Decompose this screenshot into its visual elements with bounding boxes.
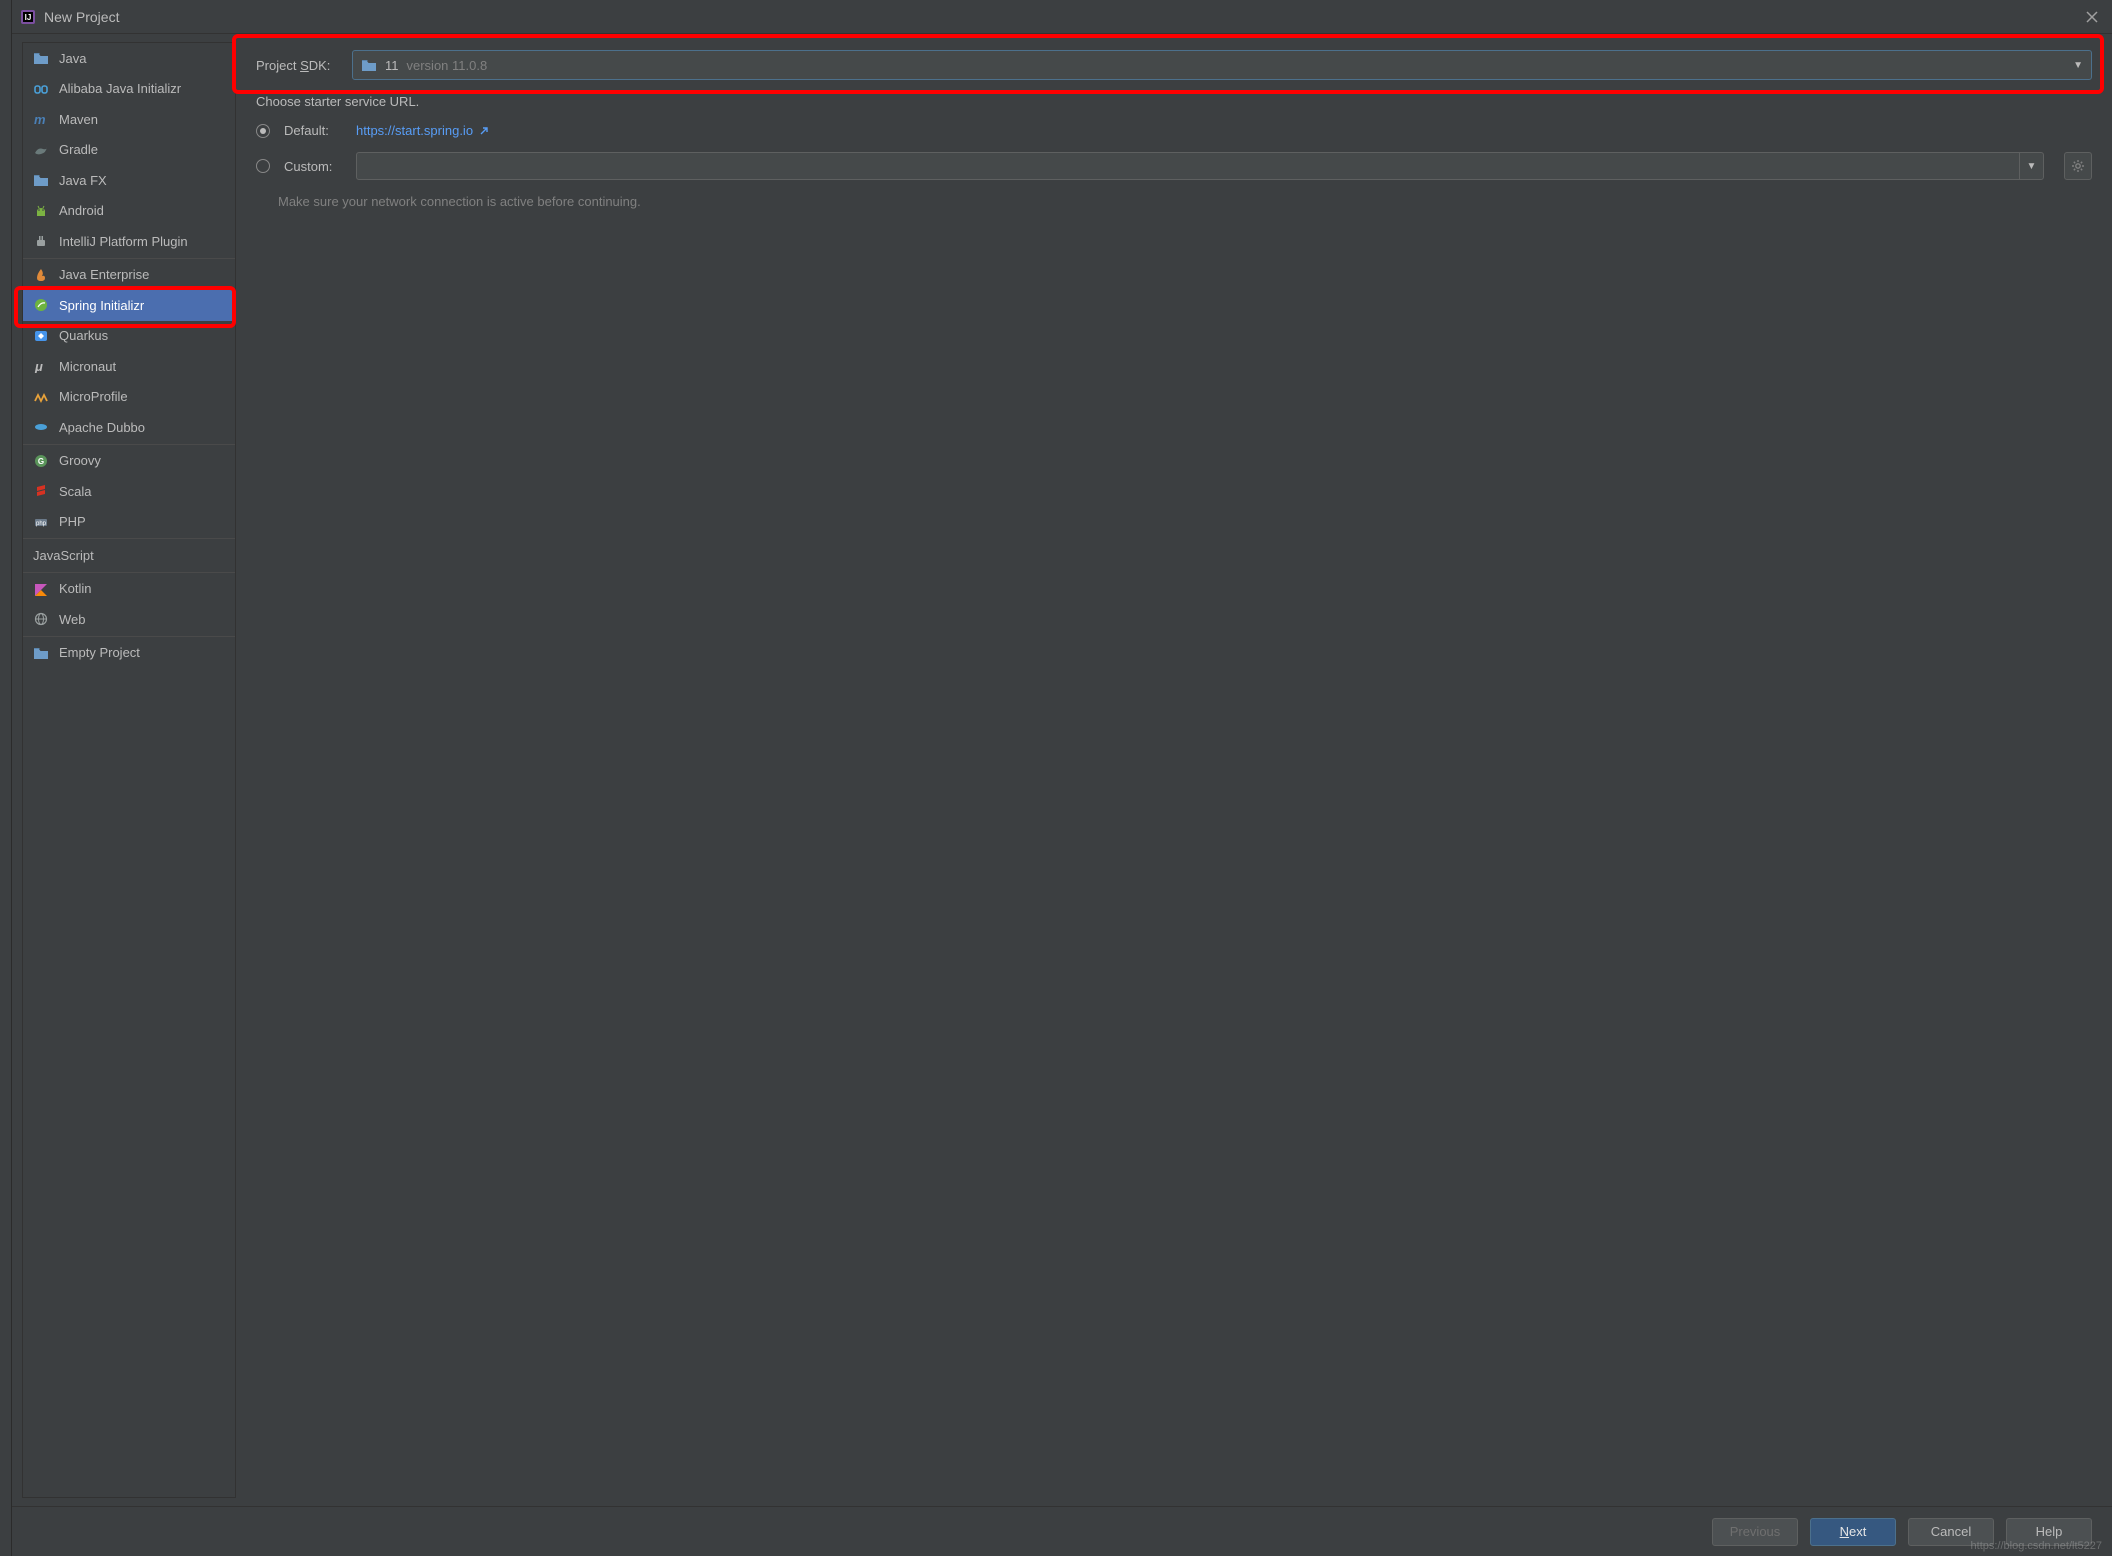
sidebar-item-intellij-plugin[interactable]: IntelliJ Platform Plugin [23, 226, 235, 257]
sidebar-item-label: Web [59, 612, 86, 627]
plugin-icon [33, 233, 49, 249]
sidebar-item-label: IntelliJ Platform Plugin [59, 234, 188, 249]
sidebar-item-web[interactable]: Web [23, 604, 235, 635]
folder-icon [361, 57, 377, 73]
titlebar: IJ New Project [12, 0, 2112, 34]
custom-url-input[interactable] [357, 159, 2019, 174]
android-icon [33, 203, 49, 219]
sidebar-item-apache-dubbo[interactable]: Apache Dubbo [23, 412, 235, 443]
alibaba-icon [33, 81, 49, 97]
spring-icon [33, 297, 49, 313]
sidebar-separator [23, 572, 235, 573]
sidebar-item-alibaba[interactable]: Alibaba Java Initializr [23, 74, 235, 105]
sidebar-item-quarkus[interactable]: Quarkus [23, 321, 235, 352]
gradle-icon [33, 142, 49, 158]
sdk-version-major: 11 [385, 58, 399, 73]
project-sdk-dropdown[interactable]: 11 version 11.0.8 ▼ [352, 50, 2092, 80]
close-button[interactable] [2080, 5, 2104, 29]
project-sdk-label: Project SDK: [256, 58, 352, 73]
sidebar-item-label: Micronaut [59, 359, 116, 374]
radio-custom[interactable] [256, 159, 270, 173]
sidebar-item-javascript[interactable]: JavaScript [23, 540, 235, 571]
project-type-sidebar: Java Alibaba Java Initializr m Maven Gradle J… [22, 42, 236, 1498]
new-project-dialog: IJ New Project Java Alibaba Java Initiali… [12, 0, 2112, 1556]
next-button[interactable]: Next [1810, 1518, 1896, 1546]
starter-url-label: Choose starter service URL. [256, 94, 2092, 109]
scala-icon [33, 483, 49, 499]
external-link-icon [479, 126, 489, 136]
sidebar-item-groovy[interactable]: G Groovy [23, 446, 235, 477]
microprofile-icon [33, 389, 49, 405]
folder-blue-icon [33, 50, 49, 66]
app-icon: IJ [20, 9, 36, 25]
sidebar-item-label: PHP [59, 514, 86, 529]
sidebar-item-label: Java FX [59, 173, 107, 188]
folder-blue-icon [33, 172, 49, 188]
sidebar-item-label: Java Enterprise [59, 267, 149, 282]
globe-icon [33, 611, 49, 627]
svg-text:G: G [38, 457, 44, 466]
groovy-icon: G [33, 453, 49, 469]
sidebar-separator [23, 258, 235, 259]
settings-button[interactable] [2064, 152, 2092, 180]
sidebar-item-label: MicroProfile [59, 389, 128, 404]
sidebar-separator [23, 538, 235, 539]
sidebar-item-label: Java [59, 51, 86, 66]
sidebar-item-javafx[interactable]: Java FX [23, 165, 235, 196]
watermark: https://blog.csdn.net/lt5227 [1971, 1540, 2102, 1552]
sidebar-separator [23, 636, 235, 637]
sidebar-item-label: Alibaba Java Initializr [59, 81, 181, 96]
sidebar-item-label: Android [59, 203, 104, 218]
radio-custom-label: Custom: [284, 159, 342, 174]
sidebar-item-label: Scala [59, 484, 92, 499]
sidebar-item-label: Empty Project [59, 645, 140, 660]
sidebar-item-android[interactable]: Android [23, 196, 235, 227]
sdk-version-full: version 11.0.8 [407, 58, 488, 73]
sidebar-item-label: Spring Initializr [59, 298, 144, 313]
mu-icon: μ [33, 358, 49, 374]
sidebar-item-micronaut[interactable]: μ Micronaut [23, 351, 235, 382]
radio-default-label: Default: [284, 123, 342, 138]
kotlin-icon [33, 581, 49, 597]
chevron-down-icon: ▼ [2073, 60, 2083, 71]
sidebar-item-php[interactable]: php PHP [23, 507, 235, 538]
custom-url-combobox[interactable]: ▼ [356, 152, 2044, 180]
dialog-footer: Previous Next Cancel Help [12, 1506, 2112, 1556]
gear-icon [2070, 158, 2086, 174]
sidebar-item-java[interactable]: Java [23, 43, 235, 74]
window-title: New Project [44, 9, 119, 25]
svg-text:php: php [36, 521, 47, 527]
previous-button[interactable]: Previous [1712, 1518, 1798, 1546]
main-panel: Project SDK: 11 version 11.0.8 ▼ Choose … [236, 34, 2112, 1506]
sidebar-item-label: Quarkus [59, 328, 108, 343]
sidebar-separator [23, 444, 235, 445]
sidebar-item-label: Kotlin [59, 581, 92, 596]
radio-default[interactable] [256, 124, 270, 138]
sidebar-item-label: Groovy [59, 453, 101, 468]
flame-icon [33, 267, 49, 283]
maven-icon: m [33, 111, 49, 127]
sidebar-item-java-enterprise[interactable]: Java Enterprise [23, 260, 235, 291]
svg-text:m: m [34, 112, 46, 126]
sidebar-item-label: Gradle [59, 142, 98, 157]
folder-blue-icon [33, 645, 49, 661]
svg-text:IJ: IJ [25, 13, 32, 22]
quarkus-icon [33, 328, 49, 344]
sidebar-item-label: Apache Dubbo [59, 420, 145, 435]
sidebar-item-microprofile[interactable]: MicroProfile [23, 382, 235, 413]
default-url-link[interactable]: https://start.spring.io [356, 123, 489, 138]
network-hint: Make sure your network connection is act… [278, 194, 2092, 209]
sidebar-item-scala[interactable]: Scala [23, 476, 235, 507]
sidebar-item-gradle[interactable]: Gradle [23, 135, 235, 166]
svg-text:μ: μ [34, 359, 43, 373]
sidebar-item-spring-initializr[interactable]: Spring Initializr [23, 290, 235, 321]
php-icon: php [33, 514, 49, 530]
sidebar-item-kotlin[interactable]: Kotlin [23, 574, 235, 605]
sidebar-item-empty-project[interactable]: Empty Project [23, 638, 235, 669]
dubbo-icon [33, 419, 49, 435]
custom-url-dropdown-button[interactable]: ▼ [2019, 153, 2043, 179]
sidebar-item-label: Maven [59, 112, 98, 127]
sidebar-item-label: JavaScript [33, 548, 94, 563]
sidebar-item-maven[interactable]: m Maven [23, 104, 235, 135]
